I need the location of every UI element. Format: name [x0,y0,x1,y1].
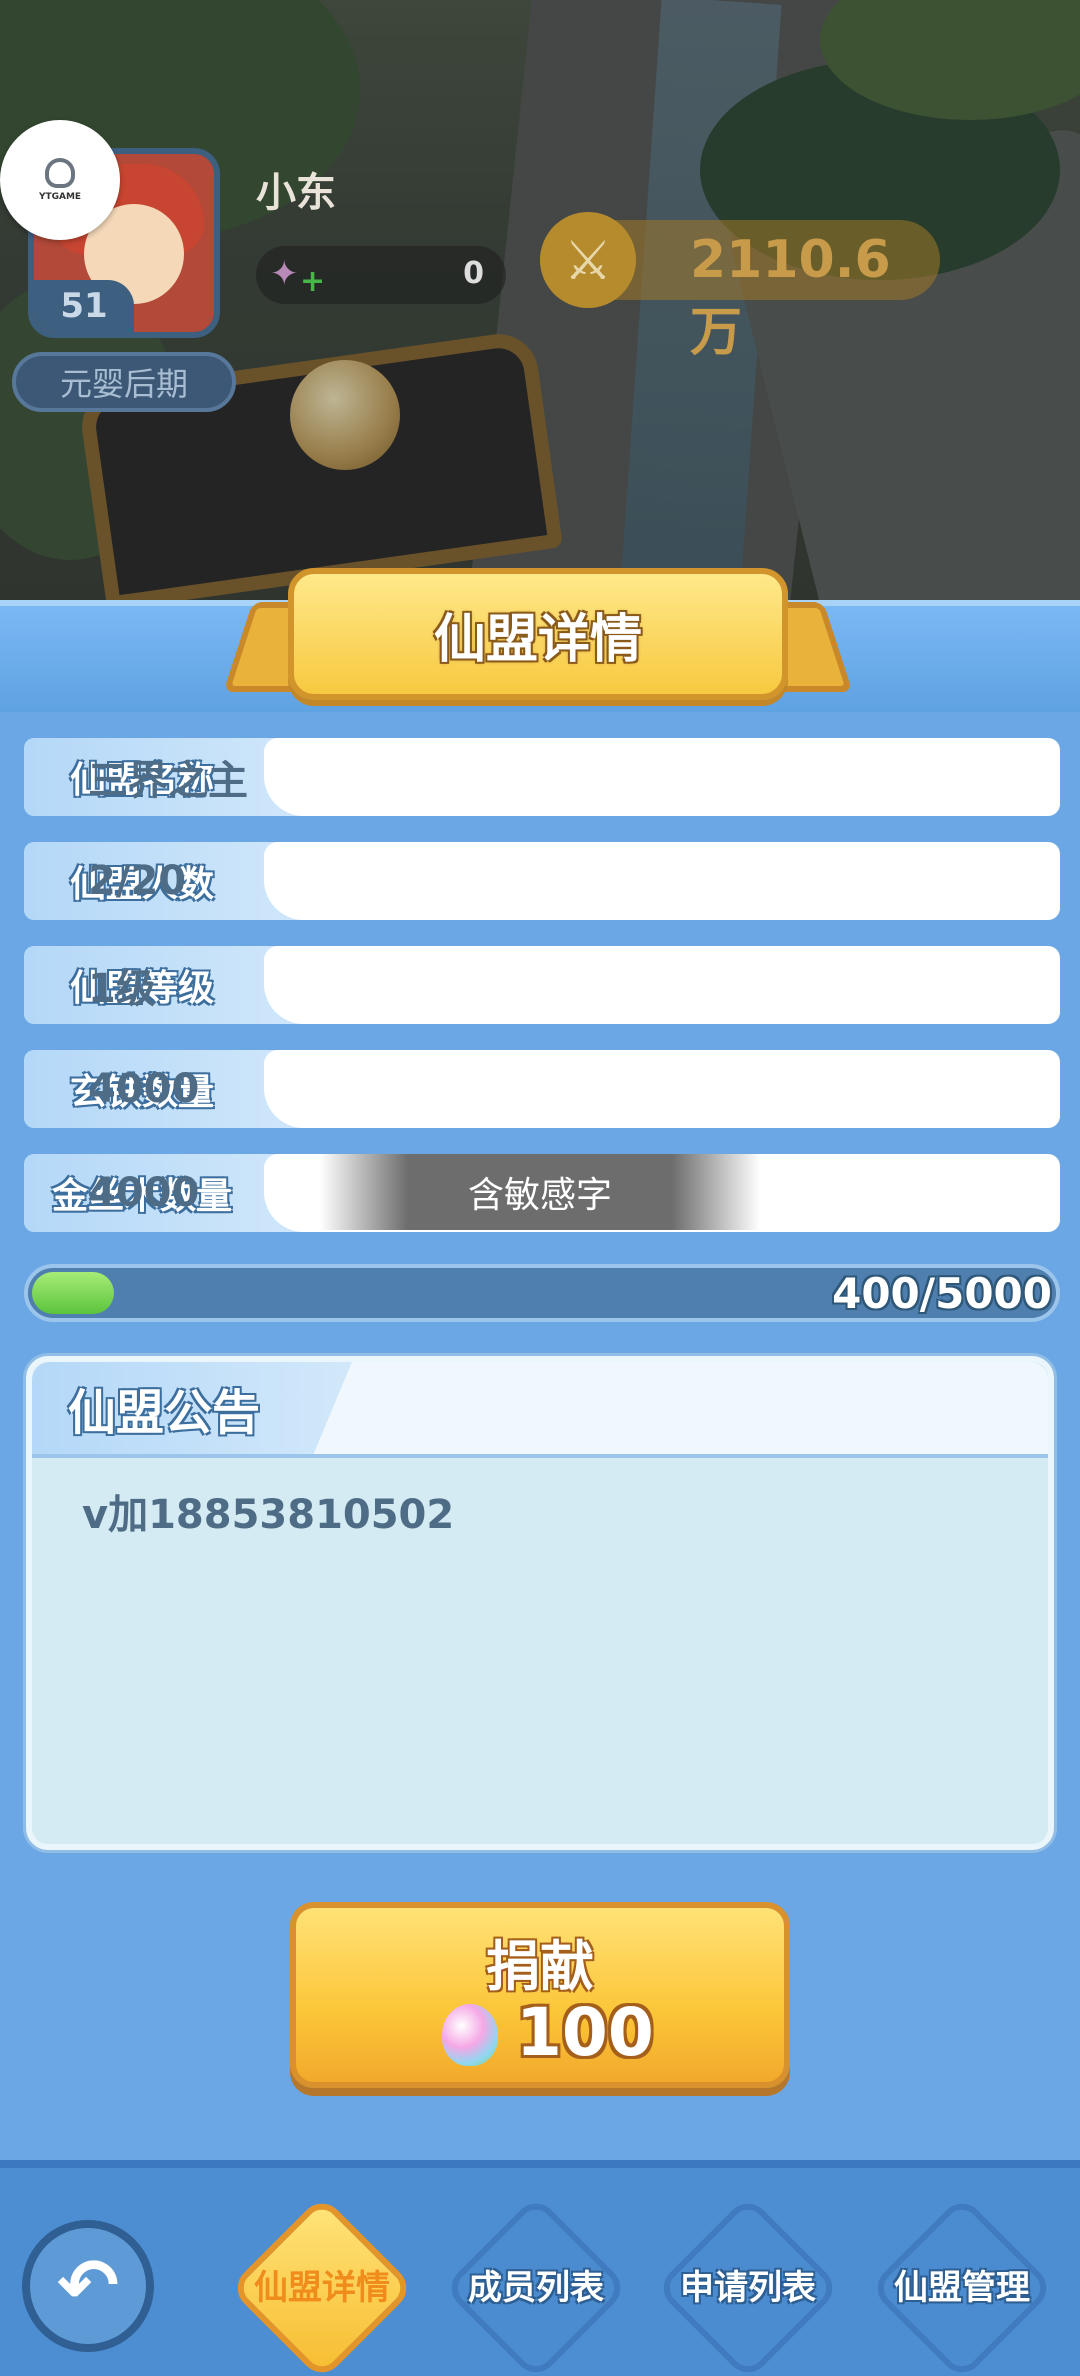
progress-fill [32,1272,115,1314]
logo-text: YTGAME [38,192,82,202]
panel-title-ribbon: 仙盟详情 [223,568,853,708]
bottom-nav-bar: ↶ 仙盟详情 成员列表 申请列表 仙盟管理 [0,2160,1080,2376]
alliance-detail-panel: 仙盟详情 仙盟名称 三界之主 仙盟人数 2/20 仙盟等级 1级 玄铁数量 40… [0,568,1080,2160]
combat-power-bar: ⚔ 2110.6万 [540,212,940,363]
alliance-exp-progress-bar: 400/5000 [24,1264,1060,1322]
tab-application-list[interactable]: 申请列表 [654,2194,842,2376]
row-value-background [264,842,1060,920]
player-name: 小东 [256,170,336,216]
logo-mascot-icon [45,158,75,188]
info-row-iron-amount: 玄铁数量 4000 [24,1050,1060,1128]
back-arrow-icon: ↶ [56,2243,119,2329]
notice-text: v加18853810502 [82,1492,455,1538]
ribbon-plate: 仙盟详情 [288,568,788,700]
panel-title: 仙盟详情 [433,609,642,670]
donate-button[interactable]: 捐献 100 [290,1902,790,2088]
tab-alliance-management[interactable]: 仙盟管理 [868,2194,1056,2376]
tab-label: 仙盟详情 [254,2268,390,2308]
donate-label: 捐献 [486,1935,594,1998]
row-value-background [264,1050,1060,1128]
sensitive-word-toast: 含敏感字 [320,1154,760,1230]
player-level-badge: 51 [34,280,134,332]
info-row-alliance-level: 仙盟等级 1级 [24,946,1060,1024]
sponsor-logo: YTGAME [0,120,120,240]
progress-text: 400/5000 [832,1268,1052,1318]
cultivation-bar[interactable]: ✦ + 0 [256,246,506,304]
row-value: 2/20 [88,858,187,904]
tab-member-list[interactable]: 成员列表 [442,2194,630,2376]
tab-label: 成员列表 [468,2268,604,2308]
tab-label: 申请列表 [680,2268,816,2308]
crossed-swords-icon: ⚔ [540,212,636,308]
info-row-alliance-name: 仙盟名称 三界之主 [24,738,1060,816]
row-value: 1级 [88,966,156,1012]
alliance-notice-box: 仙盟公告 v加18853810502 [26,1356,1054,1850]
notice-label: 仙盟公告 [68,1385,261,1441]
herb-icon: ✦ [270,254,299,294]
row-value: 4000 [88,1066,200,1112]
info-row-member-count: 仙盟人数 2/20 [24,842,1060,920]
combat-power-value: 2110.6万 [690,230,891,363]
plus-icon[interactable]: + [300,264,325,299]
row-value: 三界之主 [88,758,248,804]
tab-alliance-details[interactable]: 仙盟详情 [228,2194,416,2376]
gem-icon [442,2004,498,2066]
row-value: 4000 [88,1170,200,1216]
row-value-background [264,946,1060,1024]
back-button[interactable]: ↶ [22,2220,154,2352]
cultivation-value: 0 [463,256,484,291]
row-value-background [264,738,1060,816]
tab-label: 仙盟管理 [894,2268,1030,2308]
player-realm-badge: 元婴后期 [12,352,236,412]
donate-cost: 100 [516,1994,654,2071]
notice-header: 仙盟公告 [32,1362,1048,1458]
